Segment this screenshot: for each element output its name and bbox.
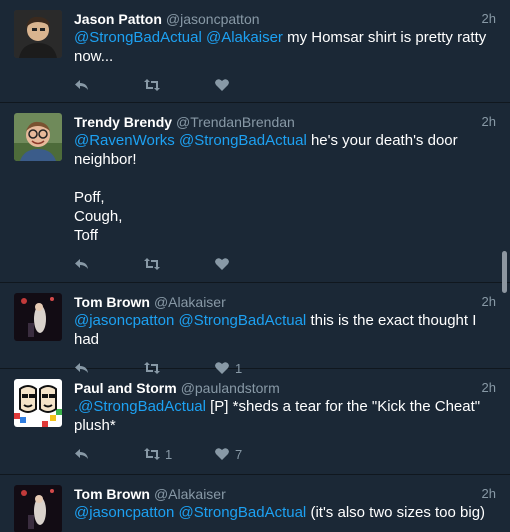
tweet-time[interactable]: 2h [482,294,496,309]
tweet-actions [74,245,496,283]
retweet-button[interactable]: 1 [144,446,214,462]
tweet-content: Jason Patton @jasoncpatton @StrongBadAct… [74,10,496,102]
author-name[interactable]: Tom Brown [74,485,150,503]
tweet-text: @RavenWorks @StrongBadActual he's your d… [74,131,496,245]
author-handle[interactable]: @paulandstorm [181,379,280,397]
tweet-text: @StrongBadActual @Alakaiser my Homsar sh… [74,28,496,66]
tweet-text: @jasoncpatton @StrongBadActual (it's als… [74,503,496,522]
two-cartoon-faces-icon [14,379,62,427]
reply-button[interactable] [74,77,144,93]
tweet-text: .@StrongBadActual [P] *sheds a tear for … [74,397,496,435]
tweet-content: Tom Brown @Alakaiser @jasoncpatton @Stro… [74,485,496,532]
avatar[interactable] [14,113,62,161]
avatar[interactable] [14,485,62,532]
stage-performer-icon [14,485,62,532]
tweet-body: (it's also two sizes too big) [306,504,486,521]
tweet-actions: 1 7 [74,435,496,473]
author-name[interactable]: Paul and Storm [74,379,177,397]
retweet-count: 1 [165,446,173,462]
mention-link[interactable]: @StrongBadActual [178,312,306,329]
mention-link[interactable]: @StrongBadActual [74,29,202,46]
avatar[interactable] [14,10,62,58]
tweet-content: Paul and Storm @paulandstorm .@StrongBad… [74,379,496,474]
reply-icon [75,449,88,459]
tweet-content: Tom Brown @Alakaiser @jasoncpatton @Stro… [74,293,496,376]
tweet[interactable]: Paul and Storm @paulandstorm .@StrongBad… [0,369,510,475]
like-icon [215,448,229,460]
author-handle[interactable]: @TrendanBrendan [176,113,295,131]
mention-link[interactable]: @RavenWorks [74,132,175,149]
like-icon [215,258,229,270]
reply-button[interactable] [74,256,144,272]
tweet[interactable]: Jason Patton @jasoncpatton @StrongBadAct… [0,0,510,103]
like-button[interactable]: 7 [214,446,284,462]
author-handle[interactable]: @Alakaiser [154,485,226,503]
scrollbar-thumb[interactable] [502,251,507,293]
mention-link[interactable]: @Alakaiser [206,29,283,46]
tweet-content: Trendy Brendy @TrendanBrendan @RavenWork… [74,113,496,282]
author-name[interactable]: Jason Patton [74,10,162,28]
tweet-feed: Jason Patton @jasoncpatton @StrongBadAct… [0,0,510,532]
tweet[interactable]: Trendy Brendy @TrendanBrendan @RavenWork… [0,103,510,283]
avatar[interactable] [14,293,62,341]
retweet-button[interactable] [144,77,214,93]
reply-icon [75,80,88,90]
person-dark-hair-icon [14,10,62,58]
retweet-icon [144,258,160,270]
author-handle[interactable]: @jasoncpatton [166,10,260,28]
author-name[interactable]: Trendy Brendy [74,113,172,131]
like-icon [215,79,229,91]
retweet-icon [144,79,160,91]
author-name[interactable]: Tom Brown [74,293,150,311]
tweet[interactable]: Tom Brown @Alakaiser @jasoncpatton @Stro… [0,283,510,376]
like-count: 7 [235,446,243,462]
mention-link[interactable]: @StrongBadActual [179,132,307,149]
retweet-icon [144,448,160,460]
author-handle[interactable]: @Alakaiser [154,293,226,311]
reply-button[interactable] [74,446,144,462]
person-glasses-icon [14,113,62,161]
reply-icon [75,259,88,269]
mention-link[interactable]: @StrongBadActual [178,504,306,521]
tweet-text: @jasoncpatton @StrongBadActual this is t… [74,311,496,349]
like-button[interactable] [214,77,284,93]
tweet-actions [74,66,496,104]
tweet-time[interactable]: 2h [482,380,496,395]
stage-performer-icon [14,293,62,341]
mention-link[interactable]: .@StrongBadActual [74,398,206,415]
like-button[interactable] [214,256,284,272]
avatar[interactable] [14,379,62,427]
tweet-time[interactable]: 2h [482,114,496,129]
tweet-time[interactable]: 2h [482,11,496,26]
retweet-button[interactable] [144,256,214,272]
mention-link[interactable]: @jasoncpatton [74,312,174,329]
tweet[interactable]: Tom Brown @Alakaiser @jasoncpatton @Stro… [0,475,510,532]
mention-link[interactable]: @jasoncpatton [74,504,174,521]
tweet-time[interactable]: 2h [482,486,496,501]
